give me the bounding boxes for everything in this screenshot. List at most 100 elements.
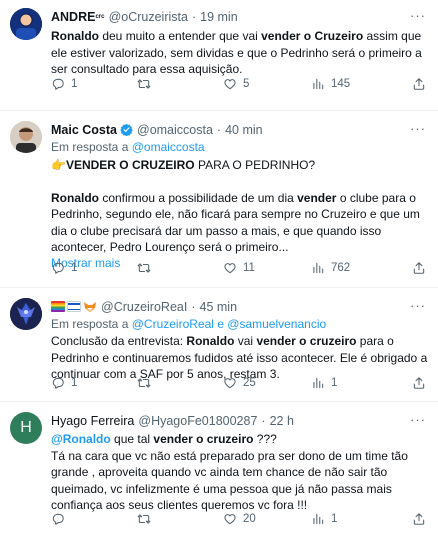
- heart-icon: [224, 514, 236, 525]
- reply-button[interactable]: 1: [51, 261, 77, 275]
- share-button[interactable]: [412, 261, 426, 275]
- tweet-text-part: vender o Cruzeiro: [261, 29, 364, 43]
- israel-flag-icon: [67, 301, 81, 312]
- views-icon: [313, 262, 324, 274]
- tweet-text-part: vai: [234, 334, 257, 348]
- more-icon[interactable]: ···: [410, 8, 426, 23]
- timestamp[interactable]: 45 min: [200, 300, 238, 314]
- author-handle[interactable]: @CruzeiroReaI: [101, 300, 187, 314]
- author-name-flags[interactable]: [51, 301, 97, 313]
- tweet[interactable]: ANDRE ᶜʳᶜ @oCruzeirista · 19 min ··· Rona…: [0, 0, 438, 111]
- share-icon: [413, 377, 425, 389]
- avatar-letter: H: [20, 419, 32, 436]
- views-button[interactable]: 762: [311, 261, 350, 275]
- separator-dot: ·: [216, 122, 222, 137]
- avatar[interactable]: [10, 121, 42, 153]
- tweet[interactable]: H Hyago Ferreira @HyagoFe01800287 · 22 h…: [0, 402, 438, 537]
- like-count: 5: [243, 78, 250, 90]
- author-handle[interactable]: @oCruzeirista: [109, 10, 188, 24]
- share-icon: [413, 513, 425, 525]
- tweet-text: Ronaldo confirmou a possibilidade de um …: [51, 190, 428, 256]
- share-button[interactable]: [412, 512, 426, 526]
- views-button[interactable]: 1: [311, 376, 337, 390]
- reply-button[interactable]: 1: [51, 376, 77, 390]
- heart-icon: [224, 263, 236, 274]
- more-icon[interactable]: ···: [410, 121, 426, 136]
- tweet[interactable]: @CruzeiroReaI · 45 min ··· Em resposta a…: [0, 288, 438, 402]
- tweet[interactable]: Maic Costa @omaiccosta · 40 min ··· Em r…: [0, 111, 438, 288]
- retweet-button[interactable]: [137, 376, 157, 390]
- views-count: 762: [331, 262, 351, 274]
- avatar[interactable]: H: [10, 412, 42, 444]
- views-count: 1: [331, 377, 338, 389]
- tweet-text-part: confirmou a possibilidade de um dia: [99, 190, 298, 205]
- author-name[interactable]: ANDRE: [51, 10, 95, 24]
- views-count: 1: [331, 513, 338, 525]
- views-icon: [313, 513, 324, 525]
- avatar[interactable]: [10, 8, 42, 40]
- share-icon: [413, 262, 425, 274]
- reply-button[interactable]: [51, 512, 71, 526]
- tweet-text-part: VENDER O CRUZEIRO: [65, 158, 195, 172]
- timestamp[interactable]: 19 min: [200, 10, 238, 24]
- author-name[interactable]: Hyago Ferreira: [51, 414, 134, 428]
- heart-icon: [224, 79, 236, 90]
- like-button[interactable]: 11: [223, 261, 255, 275]
- mention-link[interactable]: @Ronaldo: [51, 432, 111, 446]
- reply-prefix: Em resposta a: [51, 140, 129, 154]
- tweet-text-part: Conclusão da entrevista:: [51, 334, 187, 348]
- retweet-icon: [137, 378, 151, 388]
- more-icon[interactable]: ···: [410, 298, 426, 313]
- reply-count: 1: [71, 78, 78, 90]
- views-count: 145: [331, 78, 351, 90]
- fox-face-icon: [83, 301, 97, 313]
- separator-dot: ·: [191, 299, 196, 314]
- reply-prefix: Em resposta a: [51, 317, 129, 331]
- reply-icon: [52, 377, 64, 389]
- views-icon: [313, 78, 324, 90]
- tweet-text: Ronaldo deu muito a entender que vai ven…: [51, 28, 428, 78]
- author-name-suffix: ᶜʳᶜ: [95, 11, 105, 22]
- tweet-text-part: vender: [297, 190, 337, 205]
- avatar[interactable]: [10, 298, 42, 330]
- author-handle[interactable]: @omaiccosta: [137, 123, 213, 137]
- retweet-icon: [137, 79, 151, 89]
- views-button[interactable]: 145: [311, 77, 350, 91]
- reply-to-link[interactable]: @omaiccosta: [132, 140, 205, 154]
- timestamp[interactable]: 40 min: [225, 123, 263, 137]
- like-button[interactable]: 20: [223, 512, 256, 526]
- tweet-text-part: Ronaldo: [51, 190, 99, 205]
- views-button[interactable]: 1: [311, 512, 337, 526]
- avatar-image-icon: [10, 121, 42, 153]
- avatar-image-icon: [10, 298, 42, 330]
- author-handle[interactable]: @HyagoFe01800287: [138, 414, 257, 428]
- retweet-button[interactable]: [137, 512, 157, 526]
- like-count: 20: [243, 513, 256, 525]
- like-button[interactable]: 25: [223, 376, 256, 390]
- retweet-button[interactable]: [137, 261, 157, 275]
- author-name[interactable]: Maic Costa: [51, 123, 117, 137]
- reply-to-link[interactable]: @CruzeiroReal e @samuelvenancio: [132, 317, 326, 331]
- separator-dot: ·: [191, 9, 197, 24]
- tweet-text-part: que tal: [110, 432, 154, 446]
- separator-dot: ·: [261, 413, 266, 428]
- share-button[interactable]: [412, 376, 426, 390]
- tweet-text-part: Ronaldo: [186, 334, 235, 348]
- like-button[interactable]: 5: [223, 77, 249, 91]
- avatar-image-icon: [10, 8, 42, 40]
- reply-button[interactable]: 1: [51, 77, 77, 91]
- tweet-headline: 👉VENDER O CRUZEIRO PARA O PEDRINHO?: [51, 157, 428, 174]
- reply-context: Em resposta a @CruzeiroReal e @samuelven…: [51, 316, 428, 332]
- reply-count: 1: [71, 377, 78, 389]
- heart-icon: [224, 378, 236, 389]
- reply-context: Em resposta a @omaiccosta: [51, 139, 428, 155]
- retweet-button[interactable]: [137, 77, 157, 91]
- tweet-text-part: Ronaldo: [51, 29, 99, 43]
- like-count: 11: [243, 262, 255, 274]
- reply-icon: [52, 78, 64, 90]
- more-icon[interactable]: ···: [410, 412, 426, 427]
- like-count: 25: [243, 377, 256, 389]
- retweet-icon: [137, 263, 151, 273]
- share-button[interactable]: [412, 77, 426, 91]
- timestamp[interactable]: 22 h: [270, 414, 294, 428]
